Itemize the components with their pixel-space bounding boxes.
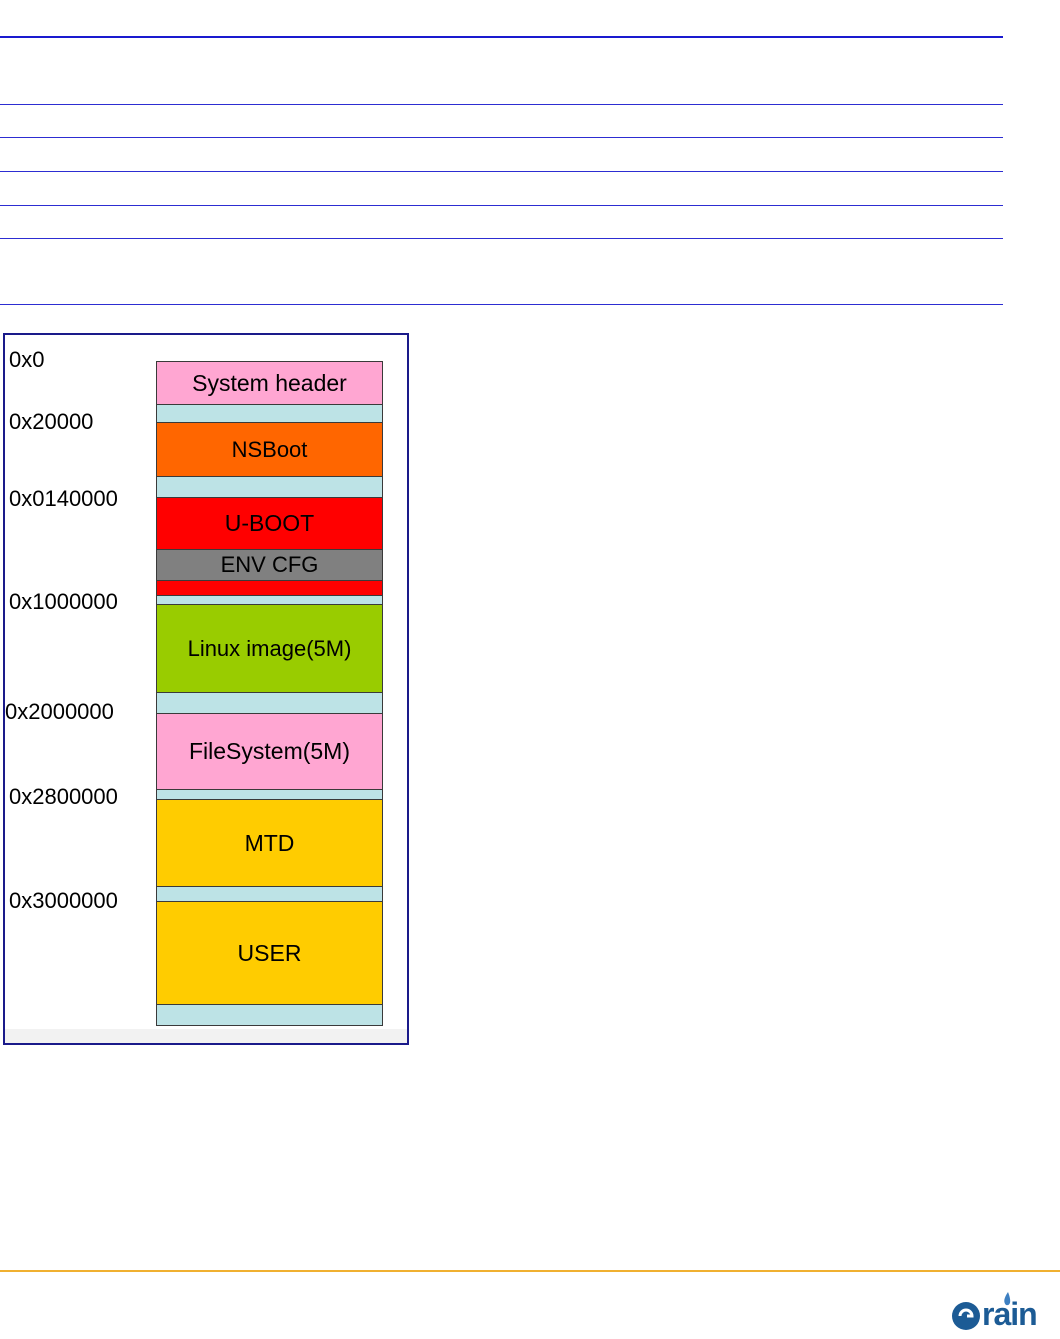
block-env-cfg: ENV CFG	[156, 549, 383, 581]
company-logo: rain	[950, 1290, 1050, 1334]
address-label: 0x0140000	[9, 486, 118, 511]
block-gap	[156, 404, 383, 423]
block-mtd: MTD	[156, 799, 383, 887]
block-linux-image: Linux image(5M)	[156, 604, 383, 693]
table-row-rule	[0, 238, 1003, 239]
address-label: 0x20000	[9, 409, 94, 434]
footer-rule	[0, 1270, 1060, 1272]
block-gap	[156, 886, 383, 902]
table-row-rule	[0, 304, 1003, 305]
block-filesystem: FileSystem(5M)	[156, 713, 383, 790]
block-label: ENV CFG	[220, 552, 319, 577]
block-nsboot: NSBoot	[156, 422, 383, 477]
address-label: 0x0	[9, 347, 45, 372]
table-row-rule	[0, 137, 1003, 138]
block-label: USER	[237, 939, 302, 966]
block-label: MTD	[244, 829, 295, 856]
block-gap	[156, 1004, 383, 1026]
block-label: Linux image(5M)	[187, 635, 352, 661]
block-u-boot-tail	[156, 580, 383, 596]
table-row-rule	[0, 104, 1003, 105]
logo-text: rain	[982, 1296, 1038, 1332]
block-gap	[156, 476, 383, 498]
memory-map-diagram: 0x0 0x20000 0x0140000 0x1000000 0x200000…	[3, 333, 409, 1045]
table-row-rule	[0, 205, 1003, 206]
block-gap	[156, 692, 383, 714]
diagram-floor	[5, 1029, 407, 1043]
block-label: U-BOOT	[224, 510, 315, 536]
block-label: System header	[192, 369, 347, 396]
address-label: 0x1000000	[9, 589, 118, 614]
block-u-boot: U-BOOT	[156, 497, 383, 550]
block-system-header: System header	[156, 361, 383, 405]
block-user: USER	[156, 901, 383, 1005]
table-top-rule	[0, 36, 1003, 38]
block-label: NSBoot	[231, 436, 308, 462]
block-label: FileSystem(5M)	[188, 738, 350, 764]
address-label: 0x2000000	[5, 699, 114, 724]
address-label: 0x2800000	[9, 784, 118, 809]
table-row-rule	[0, 171, 1003, 172]
address-label: 0x3000000	[9, 888, 118, 913]
